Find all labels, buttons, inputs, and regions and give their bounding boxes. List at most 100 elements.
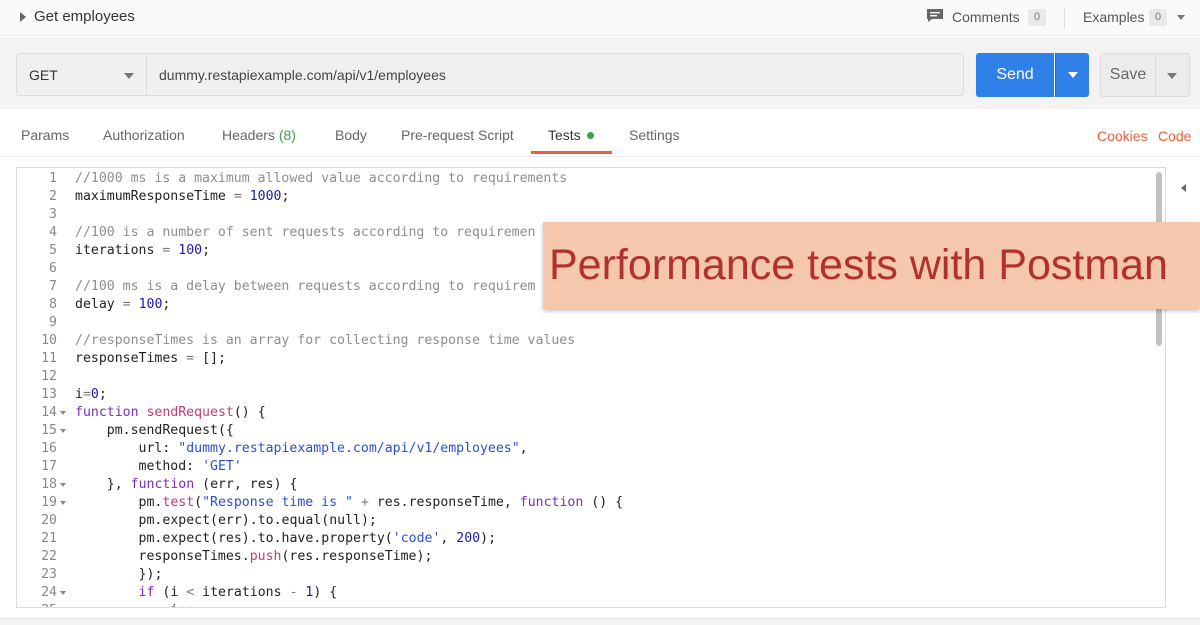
cookies-link[interactable]: Cookies: [1097, 128, 1148, 144]
fold-toggle-icon[interactable]: [60, 411, 66, 415]
send-button[interactable]: Send: [976, 53, 1054, 97]
tab-params[interactable]: Params: [21, 127, 69, 143]
line-number: 20: [41, 513, 57, 528]
code-text: //1000 ms is a maximum allowed value acc…: [75, 171, 568, 186]
line-number: 21: [41, 531, 57, 546]
code-text: i=0;: [75, 387, 107, 402]
tab-headers[interactable]: Headers (8): [222, 127, 296, 143]
examples-dropdown-icon[interactable]: [1177, 15, 1185, 20]
code-line[interactable]: 2 maximumResponseTime = 1000;: [17, 188, 1157, 206]
comment-icon[interactable]: [926, 8, 944, 23]
line-number: 17: [41, 459, 57, 474]
line-number: 13: [41, 387, 57, 402]
code-line[interactable]: 1 //1000 ms is a maximum allowed value ac…: [17, 170, 1157, 188]
line-number: 2: [49, 189, 57, 204]
code-text: responseTimes = [];: [75, 351, 226, 366]
fold-toggle-icon[interactable]: [60, 429, 66, 433]
url-input[interactable]: [146, 53, 964, 96]
fold-toggle-icon[interactable]: [60, 483, 66, 487]
code-text: });: [138, 567, 163, 582]
fold-toggle-icon[interactable]: [60, 591, 66, 595]
method-select[interactable]: GET: [16, 53, 146, 96]
save-button[interactable]: Save: [1100, 53, 1156, 97]
status-dot-icon: [586, 132, 594, 139]
code-text: responseTimes.push(res.responseTime);: [138, 549, 433, 564]
line-number: 4: [49, 225, 57, 240]
method-value: GET: [29, 67, 58, 83]
header-divider: [1064, 7, 1065, 29]
code-link[interactable]: Code: [1158, 128, 1191, 144]
tab-headers-label: Headers: [222, 127, 275, 143]
line-number: 15: [41, 423, 57, 438]
request-tabs: Params Authorization Headers (8) Body Pr…: [0, 110, 1200, 157]
examples-label[interactable]: Examples: [1083, 9, 1144, 25]
line-number: 7: [49, 279, 57, 294]
line-number: 8: [49, 297, 57, 312]
code-line[interactable]: 20 pm.expect(err).to.equal(null);: [17, 512, 1157, 530]
collapse-panel-icon[interactable]: [1181, 184, 1186, 192]
code-line[interactable]: 19 pm.test("Response time is " + res.res…: [17, 494, 1157, 512]
banner-title: Performance tests with Postman: [549, 241, 1168, 289]
code-text: //100 ms is a delay between requests acc…: [75, 279, 536, 294]
code-text: method: 'GET': [138, 459, 242, 474]
fold-toggle-icon[interactable]: [60, 501, 66, 505]
collapse-caret-icon[interactable]: [20, 12, 26, 22]
title-banner: Performance tests with Postman: [543, 222, 1200, 309]
code-line[interactable]: 22 responseTimes.push(res.responseTime);: [17, 548, 1157, 566]
code-line[interactable]: 11 responseTimes = [];: [17, 350, 1157, 368]
code-line[interactable]: 17 method: 'GET': [17, 458, 1157, 476]
send-options-button[interactable]: [1055, 53, 1089, 97]
code-line[interactable]: 21 pm.expect(res).to.have.property('code…: [17, 530, 1157, 548]
code-line[interactable]: 25 i++;: [17, 602, 1157, 607]
line-number: 1: [49, 171, 57, 186]
tab-settings[interactable]: Settings: [629, 127, 680, 143]
code-text: iterations = 100;: [75, 243, 211, 258]
code-text: if (i < iterations - 1) {: [138, 585, 338, 600]
line-number: 22: [41, 549, 57, 564]
line-number: 10: [41, 333, 57, 348]
tab-tests-label: Tests: [548, 127, 581, 143]
code-line[interactable]: 15 pm.sendRequest({: [17, 422, 1157, 440]
line-number: 9: [49, 315, 57, 330]
line-number: 11: [41, 351, 57, 366]
code-line[interactable]: 24 if (i < iterations - 1) {: [17, 584, 1157, 602]
code-line[interactable]: 12: [17, 368, 1157, 386]
url-bar: GET Send Save: [0, 37, 1200, 109]
comments-label[interactable]: Comments: [952, 9, 1020, 25]
code-line[interactable]: 23 });: [17, 566, 1157, 584]
line-number: 18: [41, 477, 57, 492]
tab-authorization[interactable]: Authorization: [103, 127, 185, 143]
code-text: maximumResponseTime = 1000;: [75, 189, 290, 204]
code-line[interactable]: 9: [17, 314, 1157, 332]
bottom-panel-edge: [0, 618, 1200, 625]
request-name[interactable]: Get employees: [34, 8, 135, 25]
code-text: pm.sendRequest({: [106, 423, 234, 438]
tab-tests[interactable]: Tests: [548, 127, 594, 143]
line-number: 14: [41, 405, 57, 420]
code-text: i++;: [75, 602, 202, 607]
request-header: Get employees Comments 0 Examples 0: [0, 0, 1200, 36]
chevron-down-icon: [124, 73, 134, 79]
chevron-down-icon: [1167, 73, 1177, 79]
code-text: pm.expect(err).to.equal(null);: [138, 513, 377, 528]
code-line[interactable]: 14 function sendRequest() {: [17, 404, 1157, 422]
code-line[interactable]: 16 url: "dummy.restapiexample.com/api/v1…: [17, 440, 1157, 458]
code-text: }, function (err, res) {: [106, 477, 298, 492]
code-line[interactable]: 18 }, function (err, res) {: [17, 476, 1157, 494]
code-text: delay = 100;: [75, 297, 171, 312]
tab-body[interactable]: Body: [335, 127, 367, 143]
code-text: pm.test("Response time is " + res.respon…: [138, 495, 624, 510]
code-line[interactable]: 10 //responseTimes is an array for collec…: [17, 332, 1157, 350]
line-number: 19: [41, 495, 57, 510]
line-number: 6: [49, 261, 57, 276]
code-text: //responseTimes is an array for collecti…: [75, 333, 576, 348]
active-tab-indicator: [531, 151, 612, 154]
chevron-down-icon: [1068, 72, 1078, 78]
line-number: 24: [41, 585, 57, 600]
code-text: pm.expect(res).to.have.property('code', …: [138, 531, 497, 546]
examples-count-badge: 0: [1149, 9, 1167, 26]
tab-prerequest-script[interactable]: Pre-request Script: [401, 127, 514, 143]
code-line[interactable]: 13 i=0;: [17, 386, 1157, 404]
save-options-button[interactable]: [1156, 53, 1190, 97]
line-number: 5: [49, 243, 57, 258]
